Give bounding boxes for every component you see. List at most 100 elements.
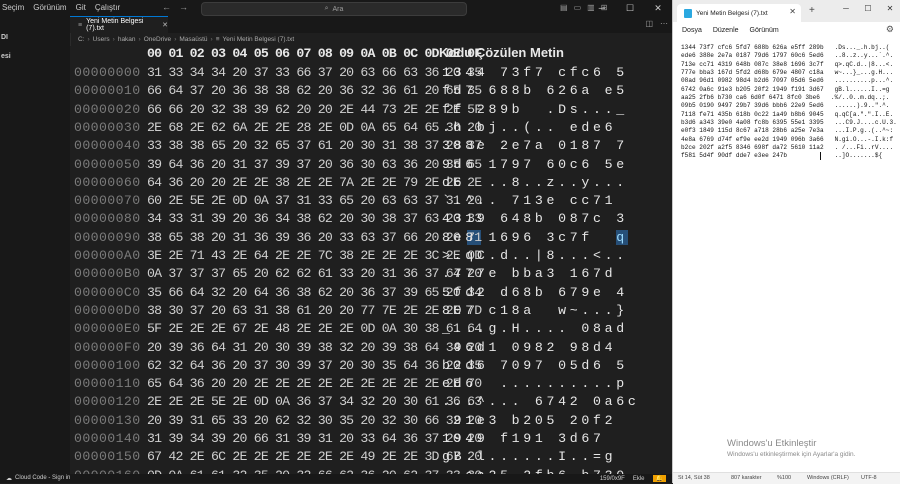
selected-char[interactable]: q xyxy=(616,229,628,245)
toggle-panel-icon[interactable]: ▭ xyxy=(574,3,582,12)
maximize-icon[interactable]: ☐ xyxy=(616,0,644,16)
hex-row[interactable]: 00000050 39 64 36 20 31 37 39 37 20 36 30… xyxy=(70,157,672,177)
row-decoded-text[interactable]: 807 c18a w~...} xyxy=(442,303,628,318)
menu-view[interactable]: Görünüm xyxy=(33,3,66,12)
row-decoded-text[interactable]: ff 289b .Ds..._ xyxy=(442,102,628,117)
hex-row[interactable]: 00000100 62 32 64 36 20 37 30 39 37 20 30… xyxy=(70,358,672,378)
notepad-text-area[interactable]: 1344 73f7 cfc6 5fd7 688b 626a e5ff 289b … xyxy=(681,44,897,161)
close-tab-icon[interactable]: ✕ xyxy=(789,7,796,16)
row-bytes[interactable]: 5F 2E 2E 2E 67 2E 48 2E 2E 2E 0D 0A 30 3… xyxy=(147,321,482,336)
cursor-position[interactable]: 159/0x9F xyxy=(600,476,625,482)
row-bytes[interactable]: 66 66 20 32 38 39 62 20 20 2E 44 73 2E 2… xyxy=(147,102,482,117)
toggle-sidebar-icon[interactable]: ▤ xyxy=(560,3,568,12)
row-decoded-text[interactable]: 96d1 0982 98d4 xyxy=(442,340,628,355)
row-decoded-text[interactable]: `.^.. 713e cc71 xyxy=(442,193,628,208)
cloud-code-status[interactable]: Cloud Code - Sign in xyxy=(15,475,70,482)
hex-row[interactable]: 00000040 33 38 38 65 20 32 65 37 61 20 30… xyxy=(70,138,672,158)
row-bytes[interactable]: 2E 2E 2E 5E 2E 0D 0A 36 37 34 32 20 30 6… xyxy=(147,394,482,409)
hex-row[interactable]: 00000080 34 33 31 39 20 36 34 38 62 20 30… xyxy=(70,211,672,231)
hex-row[interactable]: 00000140 31 39 34 39 20 66 31 39 31 20 33… xyxy=(70,431,672,451)
hex-row[interactable]: 00000030 2E 68 2E 62 6A 2E 2E 28 2E 0D 0A… xyxy=(70,120,672,140)
hex-row[interactable]: 00000090 38 65 38 20 31 36 39 36 20 33 63… xyxy=(70,229,672,250)
row-bytes[interactable]: 0A 37 37 37 65 20 62 62 61 33 20 31 36 3… xyxy=(147,266,482,281)
row-decoded-text[interactable]: 1344 73f7 cfc6 5 xyxy=(442,65,628,80)
command-center[interactable]: ⌕ Ara xyxy=(201,2,467,16)
hex-row[interactable]: 00000070 60 2E 5E 2E 0D 0A 37 31 33 65 20… xyxy=(70,193,672,213)
row-decoded-text[interactable]: ed6 ..........p xyxy=(442,376,628,391)
row-decoded-text[interactable]: 388e 2e7a 0187 7 xyxy=(442,138,628,153)
hex-row[interactable]: 00000000 31 33 34 34 20 37 33 66 37 20 63… xyxy=(70,65,672,85)
row-decoded-text[interactable]: .h.bj..(.. ede6 xyxy=(442,120,628,135)
row-bytes[interactable]: 35 66 64 32 20 64 36 38 62 20 36 37 39 6… xyxy=(147,285,482,300)
row-decoded-text[interactable]: d6 ..8..z..y... xyxy=(442,175,628,190)
row-bytes[interactable]: 39 64 36 20 31 37 39 37 20 36 30 63 36 2… xyxy=(147,157,482,172)
maximize-icon[interactable]: ☐ xyxy=(857,0,879,18)
hex-row[interactable]: 00000150 67 42 2E 6C 2E 2E 2E 2E 2E 2E 49… xyxy=(70,449,672,469)
row-decoded-text[interactable]: gB.l......I..=g xyxy=(442,449,628,464)
row-decoded-text[interactable]: ...^... 6742 0a6c xyxy=(442,394,639,409)
row-bytes[interactable]: 33 38 38 65 20 32 65 37 61 20 30 31 38 3… xyxy=(147,138,482,153)
row-decoded-text[interactable]: _...g.H.... 08ad xyxy=(442,321,628,336)
row-decoded-text[interactable]: 4319 648b 087c 3 xyxy=(442,211,628,226)
row-bytes[interactable]: 65 64 36 20 20 2E 2E 2E 2E 2E 2E 2E 2E 2… xyxy=(147,376,482,391)
row-bytes[interactable]: 60 2E 5E 2E 0D 0A 37 31 33 65 20 63 63 3… xyxy=(147,193,482,208)
hex-row[interactable]: 00000120 2E 2E 2E 5E 2E 0D 0A 36 37 34 32… xyxy=(70,394,672,414)
hex-row[interactable]: 000000F0 20 39 36 64 31 20 30 39 38 32 20… xyxy=(70,340,672,360)
sidebar-item[interactable]: DI xyxy=(1,34,8,41)
gear-icon[interactable]: ⚙ xyxy=(886,24,894,35)
menu-run[interactable]: Çalıştır xyxy=(95,3,120,12)
minimize-icon[interactable]: ─ xyxy=(588,0,616,16)
row-decoded-text[interactable]: 9d6 1797 60c6 5e xyxy=(442,157,628,172)
menu-view[interactable]: Görünüm xyxy=(750,27,779,34)
row-decoded-text[interactable]: 1949 f191 3d67 xyxy=(442,431,628,446)
hex-row[interactable]: 00000010 66 64 37 20 36 38 38 62 20 36 32… xyxy=(70,83,672,103)
hex-editor[interactable]: 00 01 02 03 04 05 06 07 08 09 0A 0B 0C 0… xyxy=(70,46,672,474)
breadcrumb-item[interactable]: Users xyxy=(93,36,110,43)
notepad-tab[interactable]: Yeni Metin Belgesi (7).txt ✕ xyxy=(677,4,801,22)
row-bytes[interactable]: 31 33 34 34 20 37 33 66 37 20 63 66 63 3… xyxy=(147,65,482,80)
row-decoded-text[interactable]: fd7 688b 626a e5 xyxy=(442,83,628,98)
row-bytes[interactable]: 34 33 31 39 20 36 34 38 62 20 30 38 37 6… xyxy=(147,211,482,226)
row-decoded-text[interactable]: 5fd2 d68b 679e 4 xyxy=(442,285,628,300)
row-bytes[interactable]: 20 39 36 64 31 20 30 39 38 32 20 39 38 6… xyxy=(147,340,482,355)
close-tab-icon[interactable]: ✕ xyxy=(162,21,168,29)
hex-row[interactable]: 00000020 66 66 20 32 38 39 62 20 20 2E 44… xyxy=(70,102,672,122)
row-decoded-text[interactable]: >.qC.d..|8...<.. xyxy=(442,248,628,263)
row-bytes[interactable]: 20 39 31 65 33 20 62 32 30 35 20 32 30 6… xyxy=(147,413,482,428)
breadcrumb-item[interactable]: Yeni Metin Belgesi (7).txt xyxy=(223,36,295,43)
hex-row[interactable]: 00000110 65 64 36 20 20 2E 2E 2E 2E 2E 2E… xyxy=(70,376,672,396)
sidebar-item[interactable]: esi xyxy=(1,53,11,60)
row-bytes[interactable]: 64 36 20 20 2E 2E 38 2E 2E 7A 2E 2E 79 2… xyxy=(147,175,482,190)
hex-row[interactable]: 000000E0 5F 2E 2E 2E 67 2E 48 2E 2E 2E 0D… xyxy=(70,321,672,341)
row-bytes[interactable]: 3E 2E 71 43 2E 64 2E 2E 7C 38 2E 2E 2E 3… xyxy=(147,248,482,263)
menu-selection[interactable]: Seçim xyxy=(2,3,24,12)
hex-row[interactable]: 000000C0 35 66 64 32 20 64 36 38 62 20 36… xyxy=(70,285,672,305)
edit-mode[interactable]: Ekle xyxy=(633,476,645,482)
hex-row[interactable]: 00000060 64 36 20 20 2E 2E 38 2E 2E 7A 2E… xyxy=(70,175,672,195)
hex-row[interactable]: 000000B0 0A 37 37 37 65 20 62 62 61 33 20… xyxy=(70,266,672,286)
close-icon[interactable]: ✕ xyxy=(644,0,672,16)
close-icon[interactable]: ✕ xyxy=(879,0,900,18)
breadcrumb-item[interactable]: hakan xyxy=(118,36,136,43)
notification-bell-icon[interactable]: 🔔 xyxy=(652,475,666,482)
breadcrumb-item[interactable]: C: xyxy=(78,36,85,43)
more-actions-icon[interactable]: ⋯ xyxy=(660,19,668,28)
new-tab-icon[interactable]: + xyxy=(809,5,815,16)
breadcrumb-item[interactable]: Masaüstü xyxy=(179,36,207,43)
row-decoded-text[interactable]: .777e bba3 167d xyxy=(442,266,628,281)
row-bytes[interactable]: 38 65 38 20 31 36 39 36 20 33 63 37 66 2… xyxy=(147,229,482,245)
menu-edit[interactable]: Düzenle xyxy=(713,27,739,34)
hex-row[interactable]: 000000D0 38 30 37 20 63 31 38 61 20 20 77… xyxy=(70,303,672,323)
breadcrumb-item[interactable]: OneDrive xyxy=(144,36,171,43)
split-editor-icon[interactable]: ◫ xyxy=(645,19,653,28)
row-bytes[interactable]: 38 30 37 20 63 31 38 61 20 20 77 7E 2E 2… xyxy=(147,303,482,318)
back-arrow-icon[interactable]: ← xyxy=(162,2,171,12)
row-decoded-text[interactable]: 8e8 1696 3c7f q xyxy=(442,229,628,245)
tab-file[interactable]: ≡ Yeni Metin Belgesi (7).txt ✕ xyxy=(70,16,168,33)
row-decoded-text[interactable]: b2d6 7097 05d6 5 xyxy=(442,358,628,373)
row-bytes[interactable]: 2E 68 2E 62 6A 2E 2E 28 2E 0D 0A 65 64 6… xyxy=(147,120,482,135)
hex-row[interactable]: 000000A0 3E 2E 71 43 2E 64 2E 2E 7C 38 2E… xyxy=(70,248,672,268)
row-decoded-text[interactable]: 91e3 b205 20f2 xyxy=(442,413,628,428)
menu-file[interactable]: Dosya xyxy=(682,27,702,34)
minimize-icon[interactable]: ─ xyxy=(835,0,857,18)
